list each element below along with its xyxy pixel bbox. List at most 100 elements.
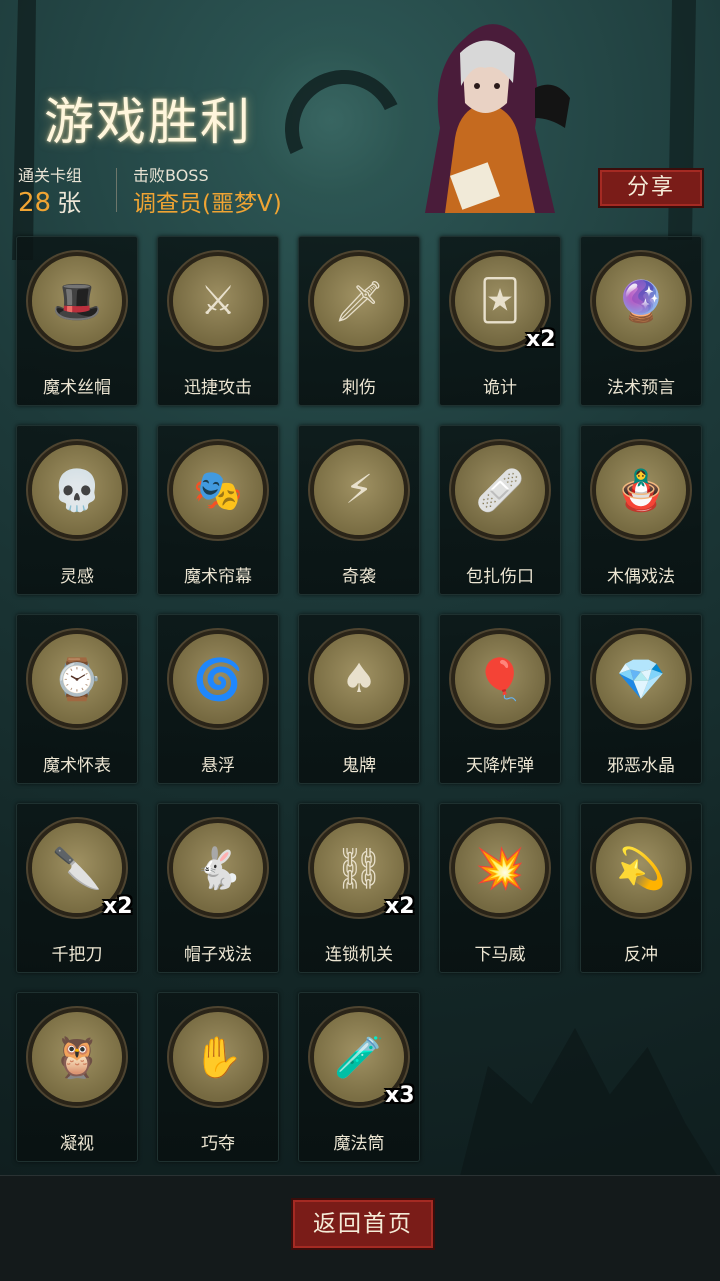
card-name: 反冲: [624, 945, 658, 965]
hand-silhouette: [459, 1028, 720, 1180]
card-item[interactable]: 🦉 凝视: [16, 992, 138, 1162]
card-item[interactable]: 🎭 魔术帘幕: [157, 425, 279, 595]
card-art: ♠: [310, 630, 408, 728]
cleared-deck-value: 28 张: [18, 183, 81, 218]
card-art: ⚡: [310, 441, 408, 539]
dagger-icon: 🗡: [333, 278, 385, 325]
card-name: 巧夺: [201, 1134, 235, 1154]
card-art: 🎈: [451, 630, 549, 728]
card-art: ⚔: [169, 252, 267, 350]
card-art: 💫: [592, 819, 690, 917]
card-art: 🗡: [310, 252, 408, 350]
card-item[interactable]: 🐇 帽子戏法: [157, 803, 279, 973]
card-item[interactable]: 🩹 包扎伤口: [439, 425, 561, 595]
card-item[interactable]: 💀 灵感: [16, 425, 138, 595]
crystal-orb-icon: 🔮: [616, 278, 666, 325]
card-item[interactable]: ⌚ 魔术怀表: [16, 614, 138, 784]
card-item[interactable]: ✋ 巧夺: [157, 992, 279, 1162]
card-name: 刺伤: [342, 378, 376, 398]
card-art: ✋: [169, 1008, 267, 1106]
card-item[interactable]: ⚡ 奇袭: [298, 425, 420, 595]
witch-character-icon: [425, 24, 570, 213]
card-count-badge: x2: [385, 894, 415, 919]
boss-label: 击败BOSS: [133, 166, 209, 185]
card-name: 天降炸弹: [466, 756, 534, 776]
cleared-deck-count: 28: [18, 188, 52, 218]
card-item[interactable]: 🎩 魔术丝帽: [16, 236, 138, 406]
card-item[interactable]: 💥 下马威: [439, 803, 561, 973]
card-name: 木偶戏法: [607, 567, 675, 587]
card-name: 鬼牌: [342, 756, 376, 776]
joker-skull-icon: ♠: [341, 656, 377, 702]
card-item[interactable]: ♠ 鬼牌: [298, 614, 420, 784]
card-item[interactable]: 🌀 悬浮: [157, 614, 279, 784]
card-name: 法术预言: [607, 378, 675, 398]
card-name: 千把刀: [51, 945, 103, 965]
top-hat-icon: 🎩: [52, 278, 102, 325]
card-count-badge: x2: [103, 894, 133, 919]
stat-divider: [116, 168, 117, 212]
card-name: 连锁机关: [325, 945, 393, 965]
card-art: ⌚: [28, 630, 126, 728]
result-header: 游戏胜利 通关卡组 28 张 击败BOSS 调查员(噩梦V) 分享: [0, 0, 720, 225]
card-name: 魔法筒: [333, 1134, 385, 1154]
card-name: 包扎伤口: [466, 567, 534, 587]
card-name: 魔术丝帽: [43, 378, 111, 398]
balloon-bomb-icon: 🎈: [475, 656, 525, 703]
levitate-icon: 🌀: [193, 656, 243, 703]
card-item[interactable]: 🧪 x3 魔法筒: [298, 992, 420, 1162]
card-name: 悬浮: [201, 756, 235, 776]
share-button[interactable]: 分享: [598, 168, 704, 208]
card-art: 💎: [592, 630, 690, 728]
pocket-watch-icon: ⌚: [52, 656, 102, 703]
swift-strike-icon: ⚔: [200, 278, 236, 324]
card-art: 🔮: [592, 252, 690, 350]
card-item[interactable]: 🪆 木偶戏法: [580, 425, 702, 595]
puppet-icon: 🪆: [616, 467, 666, 514]
card-item[interactable]: 🎈 天降炸弹: [439, 614, 561, 784]
card-art: 🐇: [169, 819, 267, 917]
card-art: 🎭: [169, 441, 267, 539]
card-art: 🌀: [169, 630, 267, 728]
recoil-icon: 💫: [616, 845, 666, 892]
boss-name: 调查员(噩梦V): [133, 191, 282, 217]
card-name: 灵感: [60, 567, 94, 587]
card-art: 🎩: [28, 252, 126, 350]
intimidate-icon: 💥: [475, 845, 525, 892]
snatch-icon: ✋: [193, 1034, 243, 1081]
card-name: 邪恶水晶: [607, 756, 675, 776]
card-item[interactable]: 🔪 x2 千把刀: [16, 803, 138, 973]
card-art: 🦉: [28, 1008, 126, 1106]
card-name: 诡计: [483, 378, 517, 398]
rabbit-hat-icon: 🐇: [193, 845, 243, 892]
card-art: 🩹: [451, 441, 549, 539]
plague-doctor-icon: 🩹: [475, 467, 525, 514]
evil-crystal-icon: 💎: [616, 656, 666, 703]
card-name: 魔术帘幕: [184, 567, 252, 587]
card-name: 帽子戏法: [184, 945, 252, 965]
card-art: 🪆: [592, 441, 690, 539]
card-count-badge: x2: [526, 327, 556, 352]
card-item[interactable]: 💎 邪恶水晶: [580, 614, 702, 784]
card-item[interactable]: 🔮 法术预言: [580, 236, 702, 406]
curtain-hat-icon: 🎭: [193, 467, 243, 514]
ambush-icon: ⚡: [344, 467, 374, 513]
card-art: 💥: [451, 819, 549, 917]
card-item[interactable]: 💫 反冲: [580, 803, 702, 973]
card-name: 迅捷攻击: [184, 378, 252, 398]
card-count-badge: x3: [385, 1083, 415, 1108]
card-item[interactable]: ⚔ 迅捷攻击: [157, 236, 279, 406]
card-item[interactable]: ⛓ x2 连锁机关: [298, 803, 420, 973]
brain-skull-icon: 💀: [52, 467, 102, 514]
card-name: 魔术怀表: [43, 756, 111, 776]
card-art: 💀: [28, 441, 126, 539]
card-name: 下马威: [474, 945, 526, 965]
card-name: 奇袭: [342, 567, 376, 587]
cleared-deck-unit: 张: [57, 189, 82, 217]
return-home-button[interactable]: 返回首页: [291, 1198, 435, 1250]
card-name: 凝视: [60, 1134, 94, 1154]
owl-icon: 🦉: [52, 1034, 102, 1081]
card-item[interactable]: 🗡 刺伤: [298, 236, 420, 406]
card-item[interactable]: 🃏 x2 诡计: [439, 236, 561, 406]
page-title: 游戏胜利: [44, 93, 252, 151]
